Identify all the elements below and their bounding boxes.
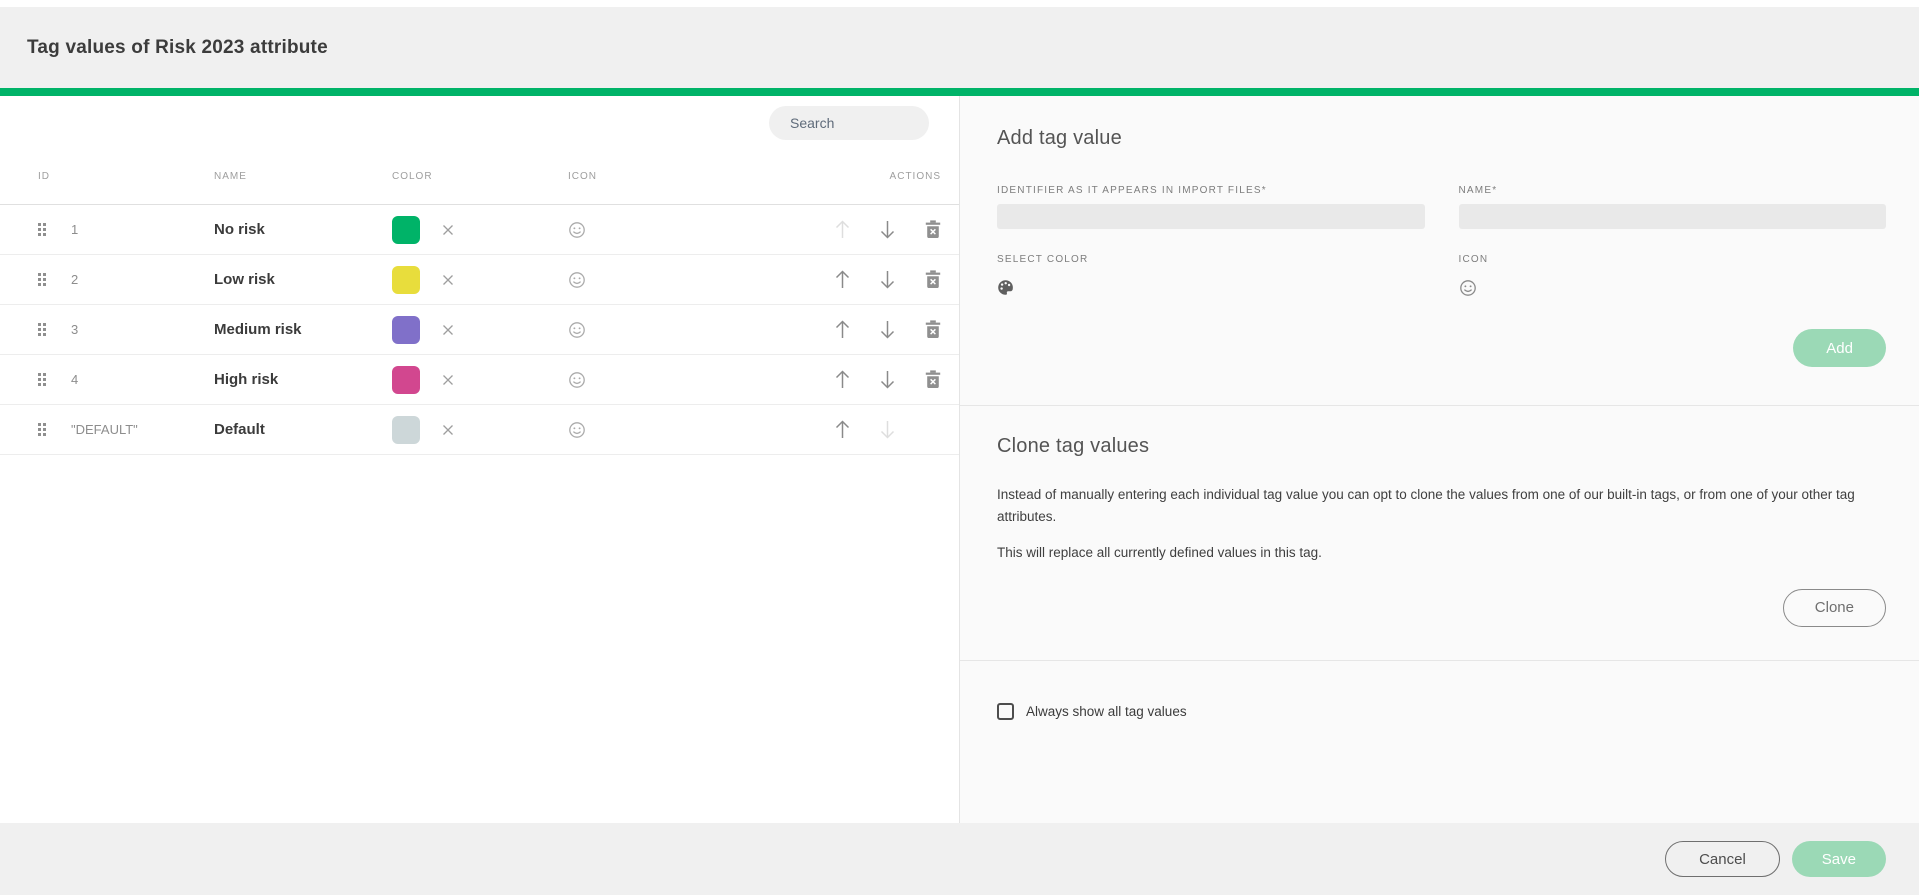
clone-note: This will replace all currently defined …	[997, 545, 1886, 560]
main-content: ID NAME COLOR ICON ACTIONS 1 No risk	[0, 96, 1919, 823]
smiley-placeholder-icon[interactable]	[568, 321, 791, 339]
dialog-header: Tag values of Risk 2023 attribute	[0, 7, 1919, 88]
move-up-button[interactable]	[834, 219, 851, 240]
table-row: 3 Medium risk	[0, 305, 959, 355]
column-header-id: ID	[38, 171, 214, 182]
row-name: Medium risk	[214, 321, 392, 338]
row-name: Default	[214, 421, 392, 438]
window-top-strip	[0, 0, 1919, 7]
clone-button[interactable]: Clone	[1783, 589, 1886, 627]
smiley-placeholder-icon[interactable]	[568, 421, 791, 439]
remove-color-icon[interactable]	[441, 373, 455, 387]
move-down-button[interactable]	[879, 269, 896, 290]
search-box[interactable]	[769, 106, 929, 140]
drag-handle-icon[interactable]	[38, 423, 46, 436]
column-header-name: NAME	[214, 171, 392, 182]
add-tag-value-section: Add tag value IDENTIFIER AS IT APPEARS I…	[960, 96, 1919, 405]
row-id: 1	[71, 222, 214, 237]
row-id: 2	[71, 272, 214, 287]
color-swatch[interactable]	[392, 316, 420, 344]
table-row: 1 No risk	[0, 205, 959, 255]
name-input[interactable]	[1459, 204, 1887, 229]
tag-table-body: 1 No risk 2 Lo	[0, 205, 959, 455]
name-field-group: NAME*	[1459, 185, 1887, 229]
delete-button[interactable]	[925, 370, 941, 389]
dialog-footer: Cancel Save	[0, 823, 1919, 895]
always-show-option[interactable]: Always show all tag values	[997, 703, 1886, 720]
accent-bar	[0, 88, 1919, 96]
add-button[interactable]: Add	[1793, 329, 1886, 367]
clone-tag-values-section: Clone tag values Instead of manually ent…	[960, 406, 1919, 660]
cancel-button[interactable]: Cancel	[1665, 841, 1780, 877]
column-header-icon: ICON	[568, 171, 791, 182]
name-label: NAME*	[1459, 185, 1887, 196]
icon-picker-smiley-icon[interactable]	[1459, 279, 1477, 297]
move-down-button[interactable]	[879, 369, 896, 390]
table-row: "DEFAULT" Default	[0, 405, 959, 455]
add-section-title: Add tag value	[997, 127, 1886, 150]
drag-handle-icon[interactable]	[38, 373, 46, 386]
smiley-placeholder-icon[interactable]	[568, 221, 791, 239]
row-name: No risk	[214, 221, 392, 238]
move-down-button[interactable]	[879, 219, 896, 240]
move-down-button[interactable]	[879, 419, 896, 440]
color-picker-group: SELECT COLOR	[997, 254, 1425, 302]
row-id: 4	[71, 372, 214, 387]
move-up-button[interactable]	[834, 419, 851, 440]
table-header: ID NAME COLOR ICON ACTIONS	[0, 149, 959, 205]
remove-color-icon[interactable]	[441, 423, 455, 437]
drag-handle-icon[interactable]	[38, 323, 46, 336]
table-row: 2 Low risk	[0, 255, 959, 305]
palette-icon[interactable]	[997, 279, 1014, 296]
identifier-field-group: IDENTIFIER AS IT APPEARS IN IMPORT FILES…	[997, 185, 1425, 229]
clone-description: Instead of manually entering each indivi…	[997, 484, 1886, 528]
icon-picker-group: ICON	[1459, 254, 1887, 302]
page-title: Tag values of Risk 2023 attribute	[27, 37, 328, 59]
column-header-color: COLOR	[392, 171, 568, 182]
remove-color-icon[interactable]	[441, 223, 455, 237]
color-swatch[interactable]	[392, 416, 420, 444]
side-panel: Add tag value IDENTIFIER AS IT APPEARS I…	[960, 96, 1919, 823]
row-name: Low risk	[214, 271, 392, 288]
drag-handle-icon[interactable]	[38, 273, 46, 286]
row-id: "DEFAULT"	[71, 422, 214, 437]
delete-button[interactable]	[925, 220, 941, 239]
clone-section-title: Clone tag values	[997, 435, 1886, 458]
search-row	[0, 96, 959, 149]
move-up-button[interactable]	[834, 319, 851, 340]
always-show-label: Always show all tag values	[1026, 704, 1187, 719]
remove-color-icon[interactable]	[441, 323, 455, 337]
tag-values-dialog: Tag values of Risk 2023 attribute ID NAM…	[0, 0, 1919, 895]
table-row: 4 High risk	[0, 355, 959, 405]
search-input[interactable]	[790, 115, 971, 131]
save-button[interactable]: Save	[1792, 841, 1886, 877]
identifier-input[interactable]	[997, 204, 1425, 229]
color-swatch[interactable]	[392, 366, 420, 394]
row-id: 3	[71, 322, 214, 337]
icon-label: ICON	[1459, 254, 1887, 265]
move-up-button[interactable]	[834, 369, 851, 390]
options-section: Always show all tag values	[960, 661, 1919, 823]
drag-handle-icon[interactable]	[38, 223, 46, 236]
delete-button[interactable]	[925, 270, 941, 289]
identifier-label: IDENTIFIER AS IT APPEARS IN IMPORT FILES…	[997, 185, 1425, 196]
remove-color-icon[interactable]	[441, 273, 455, 287]
color-swatch[interactable]	[392, 266, 420, 294]
row-name: High risk	[214, 371, 392, 388]
tag-values-panel: ID NAME COLOR ICON ACTIONS 1 No risk	[0, 96, 960, 823]
delete-button[interactable]	[925, 320, 941, 339]
column-header-actions: ACTIONS	[791, 171, 941, 182]
color-swatch[interactable]	[392, 216, 420, 244]
smiley-placeholder-icon[interactable]	[568, 371, 791, 389]
smiley-placeholder-icon[interactable]	[568, 271, 791, 289]
select-color-label: SELECT COLOR	[997, 254, 1425, 265]
move-up-button[interactable]	[834, 269, 851, 290]
always-show-checkbox[interactable]	[997, 703, 1014, 720]
move-down-button[interactable]	[879, 319, 896, 340]
